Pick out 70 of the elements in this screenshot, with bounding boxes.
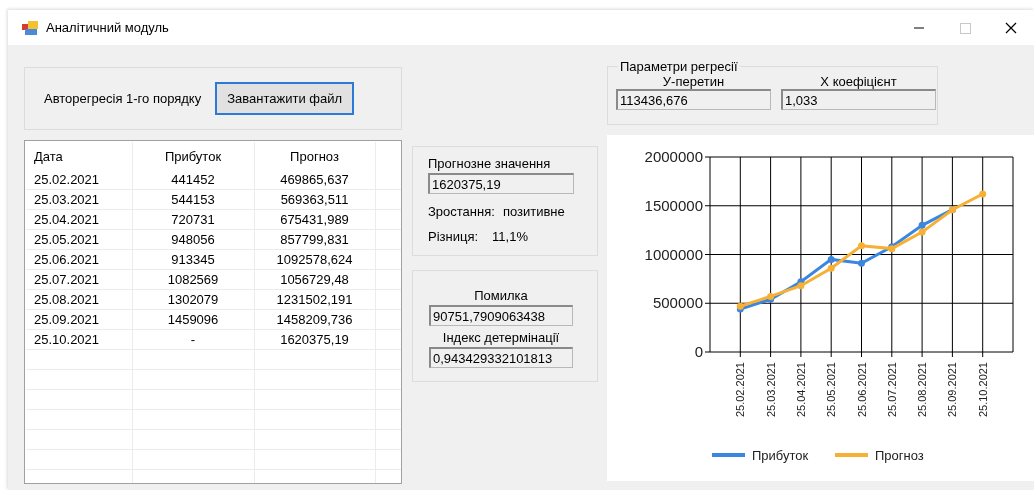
table-cell: 569363,511 xyxy=(254,189,375,210)
table-cell: 1056729,48 xyxy=(254,269,375,290)
data-point xyxy=(858,259,865,267)
mode-label: Авторегресія 1-го порядку xyxy=(44,91,202,106)
table-cell: 1092578,624 xyxy=(254,249,375,270)
intercept-field[interactable]: 113436,676 xyxy=(616,89,771,110)
table-cell: 544153 xyxy=(132,189,254,210)
axis-tick-label: 25.08.2021 xyxy=(916,362,929,418)
axis-tick-label: 1000000 xyxy=(644,245,703,263)
axis-tick-label: 2000000 xyxy=(644,148,703,165)
coefficient-label: Х коефіцієнт xyxy=(820,74,897,89)
table-cell: 913345 xyxy=(132,249,254,270)
table-cell: 857799,831 xyxy=(254,229,375,250)
table-cell: 1082569 xyxy=(132,269,254,290)
difference-value: 11,1% xyxy=(492,229,528,244)
table-cell: 25.02.2021 xyxy=(26,170,132,190)
data-point xyxy=(858,242,865,250)
legend-label: Прогноз xyxy=(875,448,924,463)
table-cell: 441452 xyxy=(132,170,254,190)
load-file-button[interactable]: Завантажити файл xyxy=(215,82,355,115)
axis-tick-label: 25.02.2021 xyxy=(734,362,747,418)
axis-tick-label: 25.04.2021 xyxy=(794,362,807,418)
table-cell: 25.06.2021 xyxy=(26,249,132,270)
table-cell: 469865,637 xyxy=(254,170,375,190)
legend-line-icon xyxy=(835,453,868,457)
column-header[interactable]: Прогноз xyxy=(254,142,375,170)
table-cell: 25.10.2021 xyxy=(26,329,132,350)
coefficient-field[interactable]: 1,033 xyxy=(781,89,936,110)
axis-tick-label: 25.05.2021 xyxy=(825,362,838,418)
table-cell: 25.05.2021 xyxy=(26,229,132,250)
table-cell: 25.03.2021 xyxy=(26,189,132,210)
table-cell: 1231502,191 xyxy=(254,289,375,310)
axis-tick-label: 25.06.2021 xyxy=(855,362,868,418)
table-cell: 25.09.2021 xyxy=(26,309,132,330)
determination-value-field[interactable]: 0,943429332101813 xyxy=(429,347,573,368)
error-value-field[interactable]: 90751,7909063438 xyxy=(429,305,573,326)
window-title: Аналітичний модуль xyxy=(46,20,169,35)
axis-tick-label: 500000 xyxy=(652,294,703,312)
table-cell: 25.07.2021 xyxy=(26,269,132,290)
group-title: Параметри регресії xyxy=(620,59,738,74)
app-icon xyxy=(22,20,38,35)
axis-tick-label: 25.07.2021 xyxy=(885,362,898,418)
forecast-value-field[interactable]: 1620375,19 xyxy=(428,173,574,194)
axis-tick-label: 25.03.2021 xyxy=(764,362,777,418)
table-cell: - xyxy=(132,329,254,350)
forecast-label: Прогнозне значення xyxy=(428,156,552,171)
growth-label: Зростання: xyxy=(428,204,495,219)
axis-tick-label: 0 xyxy=(694,343,703,360)
axis-tick-label: 25.09.2021 xyxy=(946,362,959,418)
determination-label: Індекс детермінації xyxy=(442,330,560,345)
table-cell: 675431,989 xyxy=(254,209,375,230)
column-header[interactable]: Дата xyxy=(26,142,132,170)
legend-label: Прибуток xyxy=(752,448,809,463)
column-header[interactable]: Прибуток xyxy=(132,142,254,170)
error-label: Помилка xyxy=(474,288,528,303)
table-cell: 1302079 xyxy=(132,289,254,310)
legend-line-icon xyxy=(712,453,745,457)
table-cell: 25.08.2021 xyxy=(26,289,132,310)
table-cell: 720731 xyxy=(132,209,254,230)
axis-tick-label: 1500000 xyxy=(644,196,703,214)
axis-tick-label: 25.10.2021 xyxy=(976,362,989,418)
difference-label: Різниця: xyxy=(428,229,479,244)
intercept-label: У-перетин xyxy=(662,74,725,89)
table-cell: 25.04.2021 xyxy=(26,209,132,230)
table-cell: 1459096 xyxy=(132,309,254,330)
table-cell: 1620375,19 xyxy=(254,329,375,350)
table-cell: 948056 xyxy=(132,229,254,250)
table-cell: 1458209,736 xyxy=(254,309,375,330)
data-point xyxy=(979,190,987,198)
growth-value: позитивне xyxy=(502,204,565,219)
